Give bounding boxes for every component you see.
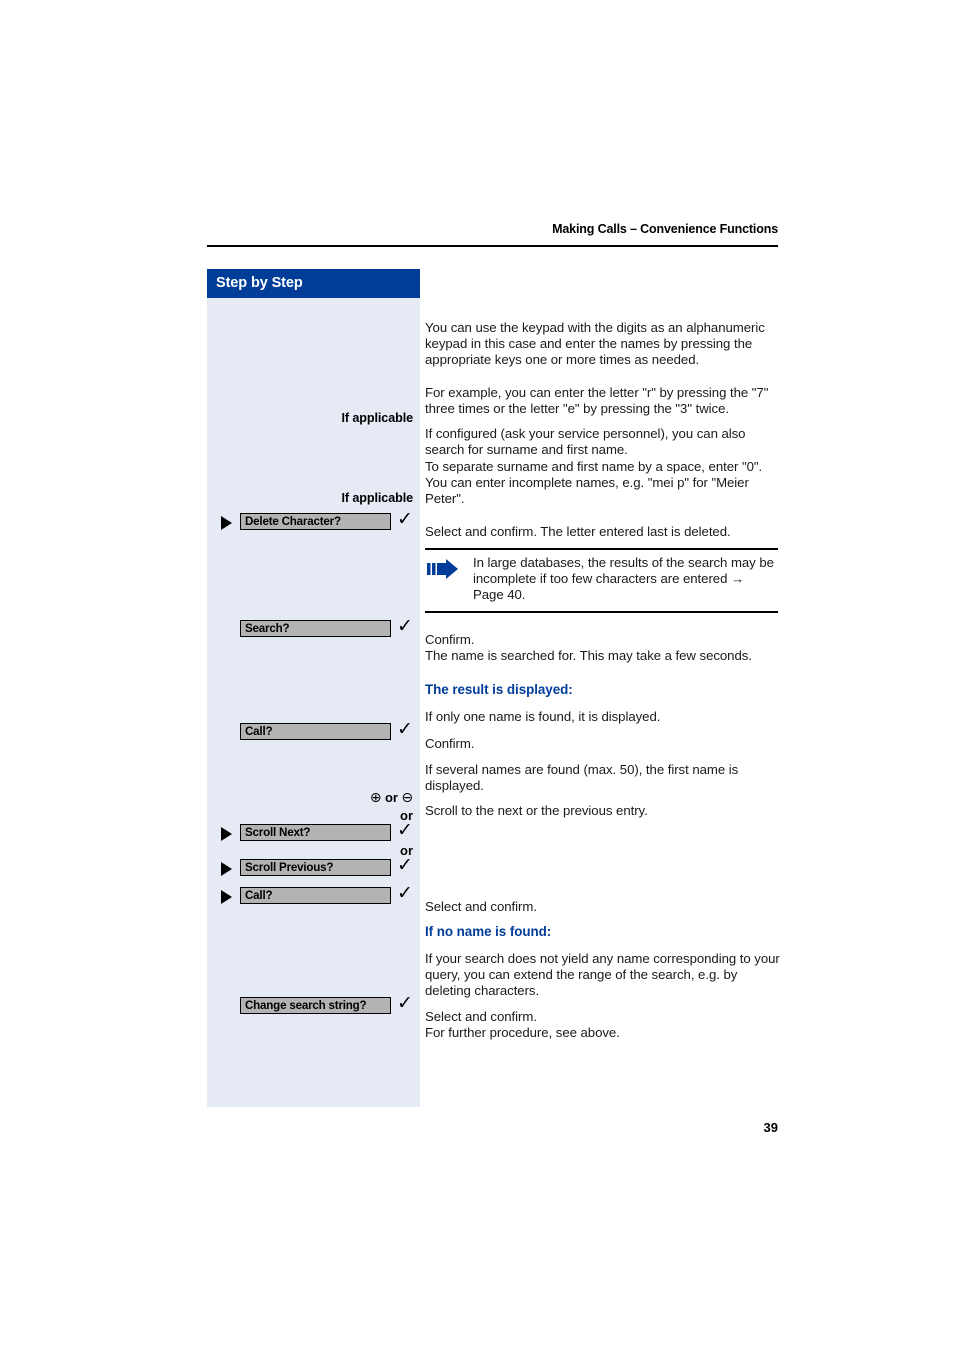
confirm-check-icon[interactable]: ✓ [397,884,413,903]
menu-button-label: Call? [245,889,273,902]
confirm-check-icon[interactable]: ✓ [397,617,413,636]
plus-key-icon[interactable]: ⊕ [370,790,382,806]
paragraph-confirm-2: Confirm. [425,736,475,752]
confirm-check-icon[interactable]: ✓ [397,510,413,529]
selector-triangle-icon [221,516,232,530]
menu-button-delete-character[interactable]: Delete Character? [240,513,391,530]
paragraph-scroll-entry: Scroll to the next or the previous entry… [425,803,648,819]
menu-button-label: Delete Character? [245,515,341,528]
sidebar-row-call-1[interactable]: Call? ✓ [207,720,420,743]
menu-button-label: Change search string? [245,999,367,1012]
note-divider-bottom [425,611,778,613]
selector-triangle-icon [221,890,232,904]
paragraph-extend-search: If your search does not yield any name c… [425,951,780,999]
menu-button-label: Call? [245,725,273,738]
if-applicable-label-1: If applicable [341,411,414,425]
step-by-step-sidebar: Step by Step If applicable If applicable… [207,269,420,1107]
heading-result-displayed: The result is displayed: [425,682,573,698]
running-header: Making Calls – Convenience Functions [552,222,778,236]
paragraph-further-procedure: For further procedure, see above. [425,1025,620,1041]
sidebar-row-if-applicable-1: If applicable [207,411,420,431]
selector-triangle-icon [221,827,232,841]
sidebar-row-scroll-next[interactable]: Scroll Next? ✓ [207,821,420,844]
menu-button-label: Scroll Previous? [245,861,334,874]
menu-button-label: Scroll Next? [245,826,311,839]
sidebar-row-search[interactable]: Search? ✓ [207,617,420,640]
heading-no-name-found: If no name is found: [425,924,552,940]
sidebar-row-rocker[interactable]: ⊕ or ⊖ [207,790,420,810]
menu-button-search[interactable]: Search? [240,620,391,637]
paragraph-several-names: If several names are found (max. 50), th… [425,762,739,794]
page-number: 39 [763,1120,778,1135]
paragraph-select-confirm-3: Select and confirm. [425,1009,537,1025]
sidebar-row-if-applicable-2: If applicable [207,491,420,511]
confirm-check-icon[interactable]: ✓ [397,994,413,1013]
paragraph-keypad-usage: You can use the keypad with the digits a… [425,320,765,368]
confirm-check-icon[interactable]: ✓ [397,720,413,739]
sidebar-title: Step by Step [216,275,303,291]
sidebar-row-scroll-previous[interactable]: Scroll Previous? ✓ [207,856,420,879]
rocker-or-label: or [385,790,398,805]
header-divider [207,245,778,247]
paragraph-keypad-example: For example, you can enter the letter "r… [425,385,769,417]
note-text: In large databases, the results of the s… [473,555,774,603]
note-arrow-icon [427,559,467,579]
selector-triangle-icon [221,862,232,876]
sidebar-row-change-search-string[interactable]: Change search string? ✓ [207,994,420,1017]
sidebar-row-call-2[interactable]: Call? ✓ [207,884,420,907]
menu-button-call-1[interactable]: Call? [240,723,391,740]
paragraph-name-searched: The name is searched for. This may take … [425,648,752,664]
confirm-check-icon[interactable]: ✓ [397,856,413,875]
sidebar-title-bar: Step by Step [207,269,420,298]
menu-button-scroll-next[interactable]: Scroll Next? [240,824,391,841]
menu-button-change-search-string[interactable]: Change search string? [240,997,391,1014]
menu-button-call-2[interactable]: Call? [240,887,391,904]
sidebar-row-delete-character[interactable]: Delete Character? ✓ [207,510,420,533]
paragraph-separate-names: To separate surname and first name by a … [425,459,763,507]
if-applicable-label-2: If applicable [341,491,414,505]
paragraph-select-confirm-delete: Select and confirm. The letter entered l… [425,524,731,540]
note-divider-top [425,548,778,550]
paragraph-one-name-found: If only one name is found, it is display… [425,709,661,725]
paragraph-confirm-1: Confirm. [425,632,475,648]
menu-button-label: Search? [245,622,290,635]
menu-button-scroll-previous[interactable]: Scroll Previous? [240,859,391,876]
paragraph-select-confirm-2: Select and confirm. [425,899,537,915]
minus-key-icon[interactable]: ⊖ [401,790,413,806]
volume-rocker-keys[interactable]: ⊕ or ⊖ [370,790,413,806]
paragraph-configured: If configured (ask your service personne… [425,426,746,458]
confirm-check-icon[interactable]: ✓ [397,821,413,840]
